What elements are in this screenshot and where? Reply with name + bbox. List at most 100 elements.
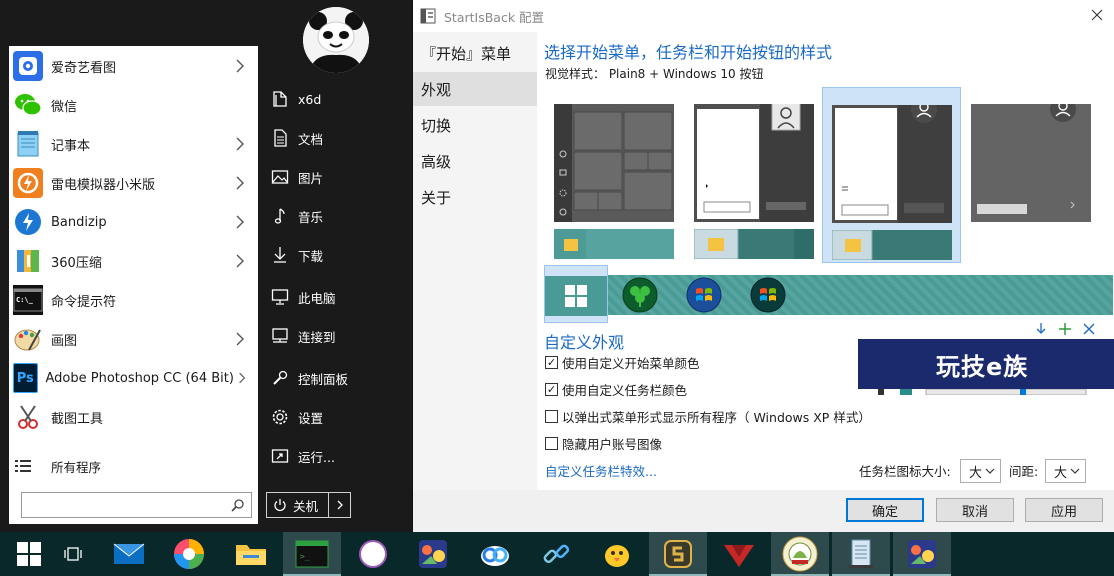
checkbox-custom-start-color[interactable]: ✓ 使用自定义开始菜单颜色 [545,353,700,371]
chevron-right-icon[interactable] [234,368,250,388]
right-item-label: 运行... [298,449,335,465]
taskbar-link-tool[interactable] [527,532,585,576]
taskbar-game-app-2[interactable] [893,532,951,576]
nav-item-appearance[interactable]: 外观 [413,72,537,106]
run-icon [270,446,290,466]
nav-item-switching[interactable]: 切换 [413,108,537,142]
close-icon[interactable] [1090,8,1104,22]
nav-item-about[interactable]: 关于 [413,180,537,214]
color-slider-fragment [878,389,1087,395]
right-item-label: 控制面板 [298,371,349,387]
style-preview-4[interactable] [962,87,1101,263]
right-item-user-folder[interactable]: x6d [266,83,406,115]
custom-appearance-heading: 自定义外观 [544,333,625,352]
all-programs-button[interactable]: 所有程序 [9,450,258,482]
app-item-snipping-tool[interactable]: 截图工具 [9,399,258,435]
right-item-control-panel[interactable]: 控制面板 [266,362,406,394]
taskbar-baidu-netdisk[interactable] [466,532,524,576]
ok-button[interactable]: 确定 [846,498,924,522]
cmd-icon: C:\_ [13,285,43,315]
spacing-select[interactable]: 大 [1045,459,1086,483]
icon-size-select[interactable]: 大 [960,459,1001,483]
taskbar-chick-app[interactable] [588,532,646,576]
game-app-icon [419,540,447,568]
taskbar-game-app[interactable] [404,532,462,576]
app-item-ldplayer[interactable]: 雷电模拟器小米版 [9,165,258,201]
music-icon [270,206,290,226]
start-search-box[interactable] [21,492,252,518]
plain8-start-preview [832,105,952,223]
right-item-label: 连接到 [298,329,336,345]
download-arrow-icon[interactable] [1034,322,1048,336]
cancel-button[interactable]: 取消 [936,498,1014,522]
taskbar-circle-app[interactable] [344,532,402,576]
remove-x-icon[interactable] [1082,322,1096,336]
app-label: 截图工具 [51,411,104,427]
style-preview-3-selected[interactable] [822,87,961,263]
chevron-right-icon[interactable] [230,134,250,154]
user-avatar[interactable] [303,7,369,73]
app-item-paint[interactable]: 画图 [9,321,258,357]
right-item-pictures[interactable]: 图片 [266,161,406,193]
checkbox-box[interactable] [545,409,558,423]
shutdown-options-button[interactable] [329,493,350,517]
checkbox-xp-style-all-programs[interactable]: 以弹出式菜单形式显示所有程序（ Windows XP 样式） [545,407,871,425]
right-item-label: 下载 [298,248,324,264]
chevron-right-icon[interactable] [230,173,250,193]
shutdown-button[interactable]: 关机 [267,493,329,517]
style-preview-2[interactable] [685,87,824,263]
taskbar-badge-app[interactable] [771,532,829,576]
nav-item-start-menu[interactable]: 『开始』菜单 [413,36,537,70]
windows7-orb-icon[interactable] [686,277,722,313]
right-item-downloads[interactable]: 下载 [266,239,406,271]
right-item-music[interactable]: 音乐 [266,200,406,232]
style-preview-1[interactable] [545,87,684,263]
wechat-icon [13,90,43,120]
app-item-photoshop[interactable]: Ps Adobe Photoshop CC (64 Bit) [9,360,258,396]
right-item-run[interactable]: 运行... [266,440,406,472]
checkbox-custom-taskbar-color[interactable]: ✓ 使用自定义任务栏颜色 [545,380,687,398]
checkbox-box[interactable] [545,436,558,450]
taskbar-mail[interactable] [100,532,158,576]
app-item-bandizip[interactable]: Bandizip [9,204,258,240]
app-item-360-compress[interactable]: 360压缩 [9,243,258,279]
app-item-iqiyi-viewer[interactable]: 爱奇艺看图 [9,48,258,84]
app-item-notepad[interactable]: 记事本 [9,126,258,162]
search-icon[interactable] [231,498,245,512]
taskbar-effects-link[interactable]: 自定义任务栏特效... [545,461,657,480]
taskbar-notepad-window[interactable] [832,532,890,576]
taskbar-photo-app[interactable] [160,532,218,576]
nav-item-advanced[interactable]: 高级 [413,144,537,178]
windows-vista-orb-icon[interactable] [750,277,786,313]
app-item-cmd[interactable]: C:\_ 命令提示符 [9,282,258,318]
taskbar-preview [554,229,674,259]
checkbox-box[interactable]: ✓ [545,355,558,369]
start-search-input[interactable] [26,496,222,514]
right-item-documents[interactable]: 文档 [266,122,406,154]
taskbar-s-app[interactable] [649,532,707,576]
dialog-button-bar: 确定 取消 应用 [413,490,1114,532]
taskbar-red-arrow[interactable] [710,532,768,576]
chevron-right-icon[interactable] [230,56,250,76]
checkbox-box[interactable]: ✓ [545,382,558,396]
right-item-label: 设置 [298,410,324,426]
visual-style-label: 视觉样式： Plain8 + Windows 10 按钮 [545,67,764,81]
plus-icon[interactable] [1058,322,1072,336]
settings-gear-icon [270,407,290,427]
taskbar-file-explorer[interactable] [222,532,280,576]
mail-icon [113,543,145,564]
app-label: Adobe Photoshop CC (64 Bit) [45,370,234,386]
checkbox-hide-user-image[interactable]: 隐藏用户账号图像 [545,434,662,452]
task-view-button[interactable] [44,532,102,576]
orb-option-windows10-selected[interactable] [544,265,608,323]
right-item-settings[interactable]: 设置 [266,401,406,433]
taskbar-terminal-app[interactable]: >_ [283,532,341,576]
clover-orb-icon[interactable] [622,277,658,313]
chevron-right-icon[interactable] [230,329,250,349]
app-item-wechat[interactable]: 微信 [9,87,258,123]
chevron-right-icon[interactable] [230,251,250,271]
apply-button[interactable]: 应用 [1025,498,1103,522]
chevron-right-icon[interactable] [230,212,250,232]
right-item-this-pc[interactable]: 此电脑 [266,281,406,313]
right-item-connect-to[interactable]: 连接到 [266,320,406,352]
